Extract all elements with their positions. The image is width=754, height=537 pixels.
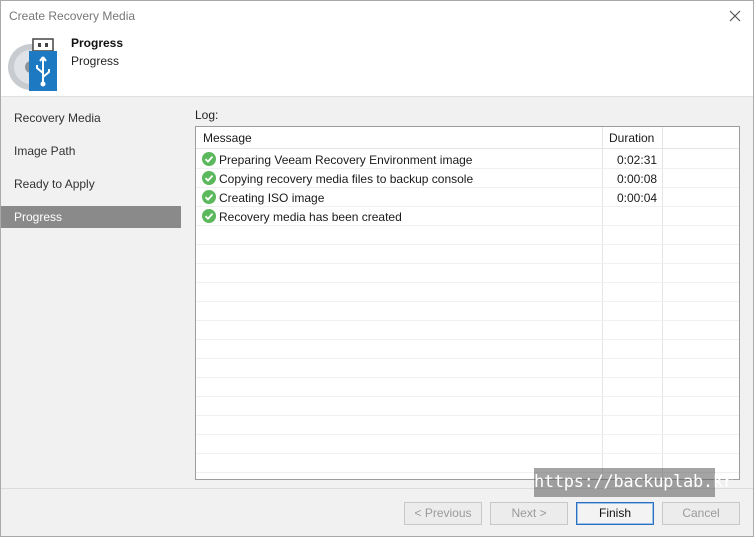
success-check-icon bbox=[202, 190, 216, 204]
title-bar: Create Recovery Media bbox=[1, 1, 753, 31]
log-message: Creating ISO image bbox=[219, 191, 325, 205]
cancel-button[interactable]: Cancel bbox=[662, 502, 740, 525]
log-message: Recovery media has been created bbox=[219, 210, 402, 224]
success-check-icon bbox=[202, 209, 216, 223]
row-divider bbox=[196, 453, 739, 454]
row-divider bbox=[196, 396, 739, 397]
log-table[interactable]: Message Duration Preparing Veeam Recover… bbox=[195, 126, 740, 480]
row-divider bbox=[196, 301, 739, 302]
log-label: Log: bbox=[195, 108, 219, 122]
window-title: Create Recovery Media bbox=[9, 9, 136, 23]
nav-item-label: Image Path bbox=[14, 144, 76, 158]
nav-item-image-path[interactable]: Image Path bbox=[1, 140, 181, 162]
column-header-duration[interactable]: Duration bbox=[609, 131, 654, 145]
row-divider bbox=[196, 263, 739, 264]
close-icon[interactable] bbox=[725, 6, 745, 26]
row-divider bbox=[196, 377, 739, 378]
row-divider bbox=[196, 415, 739, 416]
success-check-icon bbox=[202, 171, 216, 185]
nav-item-label: Recovery Media bbox=[14, 111, 101, 125]
next-button[interactable]: Next > bbox=[490, 502, 568, 525]
wizard-steps-nav: Recovery Media Image Path Ready to Apply… bbox=[1, 96, 181, 488]
usb-recovery-media-icon bbox=[7, 37, 63, 93]
log-message: Copying recovery media files to backup c… bbox=[219, 172, 474, 186]
row-divider bbox=[196, 339, 739, 340]
row-divider bbox=[196, 358, 739, 359]
log-duration: 0:02:31 bbox=[617, 153, 658, 167]
log-table-header: Message Duration bbox=[196, 127, 739, 149]
log-row[interactable]: Recovery media has been created bbox=[196, 207, 739, 226]
row-divider bbox=[196, 320, 739, 321]
success-check-icon bbox=[202, 152, 216, 166]
row-divider bbox=[196, 244, 739, 245]
log-duration: 0:00:04 bbox=[617, 191, 658, 205]
row-divider bbox=[196, 434, 739, 435]
nav-item-label: Ready to Apply bbox=[14, 177, 95, 191]
log-row[interactable]: Preparing Veeam Recovery Environment ima… bbox=[196, 150, 739, 169]
log-row[interactable]: Copying recovery media files to backup c… bbox=[196, 169, 739, 188]
previous-button[interactable]: < Previous bbox=[404, 502, 482, 525]
row-divider bbox=[196, 282, 739, 283]
watermark: https://backuplab.kr bbox=[534, 468, 733, 497]
nav-item-progress[interactable]: Progress bbox=[1, 206, 181, 228]
wizard-header: Progress Progress bbox=[1, 31, 753, 95]
log-duration: 0:00:08 bbox=[617, 172, 658, 186]
nav-item-recovery-media[interactable]: Recovery Media bbox=[1, 107, 181, 129]
finish-button[interactable]: Finish bbox=[576, 502, 654, 525]
progress-content: Log: Message Duration Preparing Veeam Re… bbox=[181, 96, 753, 488]
step-title: Progress bbox=[71, 36, 124, 50]
column-header-message[interactable]: Message bbox=[203, 131, 252, 145]
log-row[interactable]: Creating ISO image 0:00:04 bbox=[196, 188, 739, 207]
recovery-media-wizard-window: Create Recovery Media Progress Progress … bbox=[0, 0, 754, 537]
log-message: Preparing Veeam Recovery Environment ima… bbox=[219, 153, 473, 167]
nav-item-label: Progress bbox=[14, 210, 63, 224]
nav-item-ready-to-apply[interactable]: Ready to Apply bbox=[1, 173, 181, 195]
step-subtitle: Progress bbox=[71, 54, 120, 68]
